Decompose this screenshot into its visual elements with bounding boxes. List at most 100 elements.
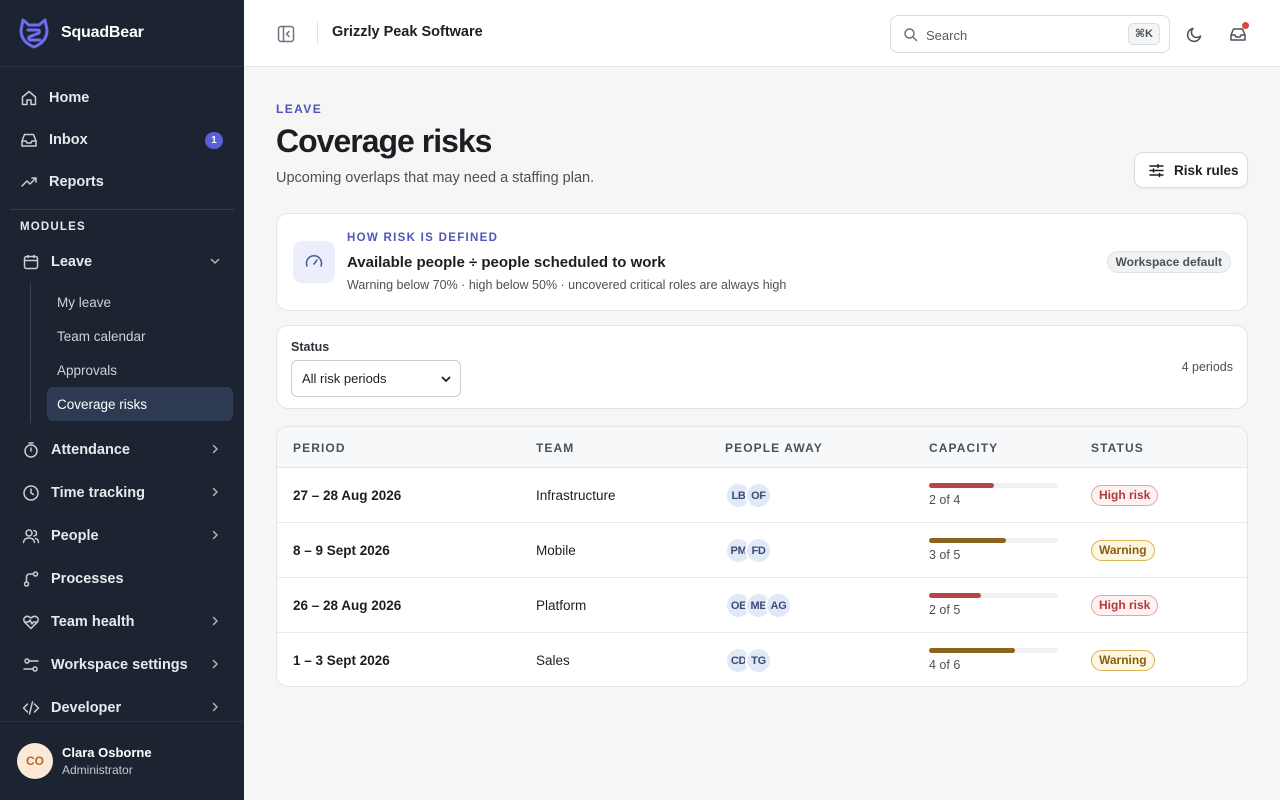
capacity-bar-fill xyxy=(929,648,1015,653)
table-row[interactable]: 8 – 9 Sept 2026 Mobile PM FD 3 of 5 Warn… xyxy=(277,523,1247,578)
brand-name: SquadBear xyxy=(61,24,144,41)
definition-description: Warning below 70% · high below 50% · unc… xyxy=(347,278,787,292)
sidebar-subitem-team-calendar[interactable]: Team calendar xyxy=(31,319,244,353)
row-team: Sales xyxy=(536,653,570,668)
workspace-name: Grizzly Peak Software xyxy=(332,24,483,40)
gauge-icon xyxy=(293,241,335,283)
periods-count: 4 periods xyxy=(1181,360,1233,374)
sidebar-subitem-my-leave[interactable]: My leave xyxy=(31,285,244,319)
workspace-default-badge: Workspace default xyxy=(1106,251,1231,273)
home-icon xyxy=(20,89,38,107)
sidebar-item-attendance[interactable]: Attendance xyxy=(0,428,244,471)
sidebar-item-home[interactable]: Home xyxy=(0,77,244,119)
search-box[interactable]: ⌘K xyxy=(890,15,1170,53)
column-header-people-away: PEOPLE AWAY xyxy=(725,441,823,455)
chevron-down-icon xyxy=(208,254,222,268)
risk-rules-button[interactable]: Risk rules xyxy=(1134,152,1248,188)
chevron-down-icon xyxy=(440,373,452,385)
search-input[interactable] xyxy=(926,25,1106,45)
sidebar-toggle-icon[interactable] xyxy=(276,24,296,44)
sidebar-item-team-health[interactable]: Team health xyxy=(0,600,244,643)
topbar: Grizzly Peak Software ⌘K xyxy=(244,0,1280,67)
row-period: 1 – 3 Sept 2026 xyxy=(293,653,390,668)
clock-icon xyxy=(22,484,40,502)
sidebar-item-inbox[interactable]: Inbox 1 xyxy=(0,119,244,161)
table-header: PERIOD TEAM PEOPLE AWAY CAPACITY STATUS xyxy=(277,427,1247,468)
code-icon xyxy=(22,699,40,717)
chevron-right-icon xyxy=(208,614,222,628)
unread-indicator xyxy=(1242,22,1249,29)
definition-eyebrow: HOW RISK IS DEFINED xyxy=(347,232,499,244)
dark-mode-toggle-icon[interactable] xyxy=(1186,25,1204,43)
user-name: Clara Osborne xyxy=(62,745,152,760)
capacity-bar-fill xyxy=(929,593,981,598)
risk-definition-card: HOW RISK IS DEFINED Available people ÷ p… xyxy=(276,213,1248,311)
sidebar-item-processes[interactable]: Processes xyxy=(0,557,244,600)
chevron-right-icon xyxy=(208,442,222,456)
row-team: Mobile xyxy=(536,543,576,558)
status-badge: High risk xyxy=(1091,485,1159,506)
squadbear-logo-icon xyxy=(17,16,51,50)
sidebar-item-workspace-settings[interactable]: Workspace settings xyxy=(0,643,244,686)
table-row[interactable]: 1 – 3 Sept 2026 Sales CD TG 4 of 6 Warni… xyxy=(277,633,1247,686)
capacity-bar xyxy=(929,593,1058,598)
row-period: 8 – 9 Sept 2026 xyxy=(293,543,390,558)
people-icon xyxy=(22,527,40,545)
search-shortcut-hint: ⌘K xyxy=(1127,23,1160,45)
inbox-count-badge: 1 xyxy=(205,132,223,149)
capacity-text: 3 of 5 xyxy=(929,548,961,562)
avatar: FD xyxy=(745,537,772,564)
filter-card: Status All risk periods 4 periods xyxy=(276,325,1248,409)
search-icon xyxy=(903,27,918,42)
column-header-period: PERIOD xyxy=(293,441,346,455)
column-header-status: STATUS xyxy=(1091,441,1144,455)
sidebar-item-label: Developer xyxy=(51,699,122,716)
risk-rules-label: Risk rules xyxy=(1174,162,1239,178)
table-row[interactable]: 26 – 28 Aug 2026 Platform OE ME AG 2 of … xyxy=(277,578,1247,633)
sidebar-item-leave[interactable]: Leave xyxy=(0,240,244,283)
page-eyebrow: LEAVE xyxy=(276,102,323,116)
user-profile[interactable]: CO Clara Osborne Administrator xyxy=(0,721,244,800)
sidebar-item-label: Team health xyxy=(51,613,135,630)
coverage-risks-table: PERIOD TEAM PEOPLE AWAY CAPACITY STATUS … xyxy=(276,426,1248,687)
sidebar-item-label: Workspace settings xyxy=(51,656,188,673)
sidebar-item-time-tracking[interactable]: Time tracking xyxy=(0,471,244,514)
status-filter-label: Status xyxy=(291,340,330,354)
sidebar-item-label: Attendance xyxy=(51,441,130,458)
page-title: Coverage risks xyxy=(276,123,492,159)
calendar-icon xyxy=(22,253,40,271)
sidebar-subitem-approvals[interactable]: Approvals xyxy=(31,353,244,387)
modules-section-label: MODULES xyxy=(20,221,86,233)
chevron-right-icon xyxy=(208,657,222,671)
status-filter-select[interactable]: All risk periods xyxy=(291,360,461,397)
workflow-icon xyxy=(22,570,40,588)
avatar: CO xyxy=(17,743,53,779)
sidebar-item-label: Leave xyxy=(51,253,93,270)
sidebar-item-label: Processes xyxy=(51,570,124,587)
brand[interactable]: SquadBear xyxy=(0,0,244,67)
capacity-bar xyxy=(929,483,1058,488)
chevron-right-icon xyxy=(208,700,222,714)
avatar: OF xyxy=(745,482,772,509)
sidebar-item-people[interactable]: People xyxy=(0,514,244,557)
row-team: Infrastructure xyxy=(536,488,616,503)
sliders-icon xyxy=(1148,162,1165,179)
capacity-text: 2 of 4 xyxy=(929,493,961,507)
capacity-bar xyxy=(929,538,1058,543)
row-team: Platform xyxy=(536,598,587,613)
capacity-text: 4 of 6 xyxy=(929,658,961,672)
definition-title: Available people ÷ people scheduled to w… xyxy=(347,254,666,271)
status-badge: Warning xyxy=(1091,540,1155,561)
user-role: Administrator xyxy=(62,763,133,777)
sidebar-item-reports[interactable]: Reports xyxy=(0,161,244,203)
sidebar-item-label: People xyxy=(51,527,99,544)
status-badge: High risk xyxy=(1091,595,1159,616)
sidebar-subitem-coverage-risks[interactable]: Coverage risks xyxy=(47,387,233,421)
inbox-icon xyxy=(20,131,38,149)
leave-subnav: My leave Team calendar Approvals Coverag… xyxy=(30,283,244,423)
avatar: TG xyxy=(745,647,772,674)
sidebar-item-label: Time tracking xyxy=(51,484,146,501)
row-period: 27 – 28 Aug 2026 xyxy=(293,488,402,503)
table-row[interactable]: 27 – 28 Aug 2026 Infrastructure LB OF 2 … xyxy=(277,468,1247,523)
column-header-team: TEAM xyxy=(536,441,575,455)
